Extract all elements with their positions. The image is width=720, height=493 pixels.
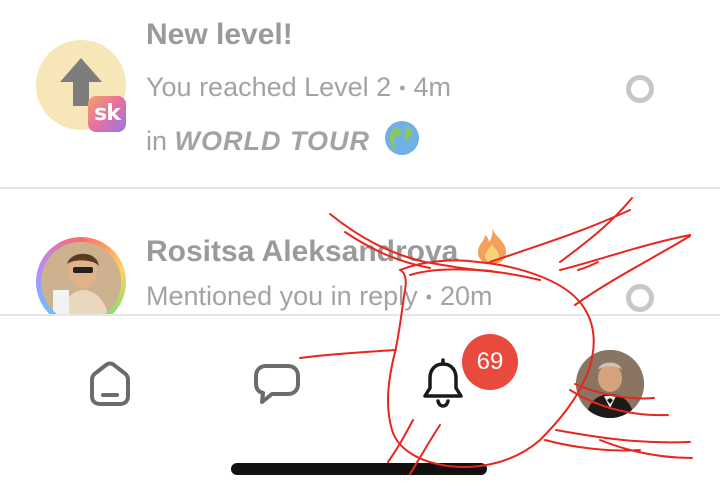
notification-count-badge: 69 bbox=[462, 334, 518, 390]
unread-ring-icon[interactable] bbox=[626, 75, 654, 103]
notification-list: sk New level! You reached Level 2 • 4m in … bbox=[0, 0, 720, 314]
notification-item-mention[interactable]: Rositsa Aleksandrova Mentioned you in re… bbox=[0, 189, 720, 314]
chat-bubble-icon[interactable] bbox=[252, 362, 302, 406]
unread-ring-icon[interactable] bbox=[626, 284, 654, 312]
group-name-link[interactable]: WORLD TOUR bbox=[175, 126, 370, 156]
home-indicator bbox=[231, 463, 487, 475]
sender-name: Rositsa Aleksandrova bbox=[146, 235, 459, 268]
home-icon[interactable] bbox=[86, 360, 134, 408]
notification-title: Rositsa Aleksandrova bbox=[146, 227, 509, 269]
bell-icon[interactable] bbox=[420, 358, 466, 410]
avatar-photo bbox=[41, 242, 121, 314]
notification-message-text: Mentioned you in reply bbox=[146, 281, 418, 311]
profile-photo-art bbox=[576, 350, 644, 418]
bottom-tab-bar: 69 bbox=[0, 314, 720, 493]
fire-icon bbox=[477, 228, 506, 264]
sk-badge: sk bbox=[88, 96, 126, 132]
context-prefix: in bbox=[146, 126, 168, 156]
notification-message-text: You reached Level 2 bbox=[146, 72, 392, 102]
profile-avatar[interactable] bbox=[576, 350, 644, 418]
avatar-photo-art bbox=[41, 242, 121, 314]
level-up-avatar: sk bbox=[36, 40, 126, 132]
globe-icon bbox=[384, 121, 419, 155]
notification-time: 20m bbox=[439, 281, 493, 311]
separator-dot: • bbox=[399, 78, 406, 99]
separator-dot: • bbox=[425, 287, 432, 308]
notification-item-new-level[interactable]: sk New level! You reached Level 2 • 4m in … bbox=[0, 0, 720, 188]
notification-title: New level! bbox=[146, 18, 293, 51]
user-avatar[interactable] bbox=[36, 237, 126, 314]
notification-message: Mentioned you in reply • 20m bbox=[146, 281, 493, 312]
notification-context: in WORLD TOUR bbox=[146, 120, 420, 157]
notification-message: You reached Level 2 • 4m bbox=[146, 72, 451, 103]
notification-time: 4m bbox=[413, 72, 452, 102]
